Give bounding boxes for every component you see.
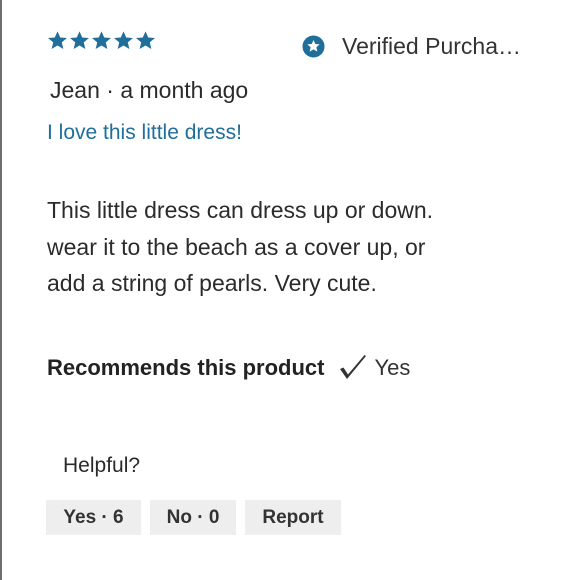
feedback-actions: Yes · 6 No · 0 Report [46,500,341,535]
verified-purchase-label: Verified Purcha… [342,33,521,59]
star-rating [47,30,156,51]
recommends-label: Recommends this product [47,355,325,380]
helpful-no-button[interactable]: No · 0 [150,500,236,535]
review-card: Verified Purcha… Jean · a month ago I lo… [0,0,580,580]
star-badge-icon [302,34,325,58]
star-icon [92,31,111,49]
review-body-line: wear it to the beach as a cover up, or [47,233,426,260]
verified-purchase-badge: Verified Purcha… [302,32,534,60]
checkmark-icon [340,355,367,379]
review-body-line: This little dress can dress up or down. [47,197,434,223]
review-body-line: add a string of pearls. Very cute. [47,270,377,296]
helpful-prompt: Helpful? [63,454,141,477]
star-icon [136,31,155,49]
review-byline: Jean · a month ago [50,76,248,104]
helpful-yes-button[interactable]: Yes · 6 [46,500,141,535]
review-body: This little dress can dress up or down. … [47,192,517,302]
star-icon [70,31,89,49]
byline-separator: · [106,77,114,103]
recommends-value: Yes [374,355,411,380]
star-icon [114,31,133,49]
review-date: a month ago [120,77,249,103]
star-icon [48,31,67,49]
report-button[interactable]: Report [245,500,341,535]
recommendation-row: Recommends this product Yes [47,354,410,382]
author-name: Jean [50,77,100,103]
review-title: I love this little dress! [47,121,242,144]
